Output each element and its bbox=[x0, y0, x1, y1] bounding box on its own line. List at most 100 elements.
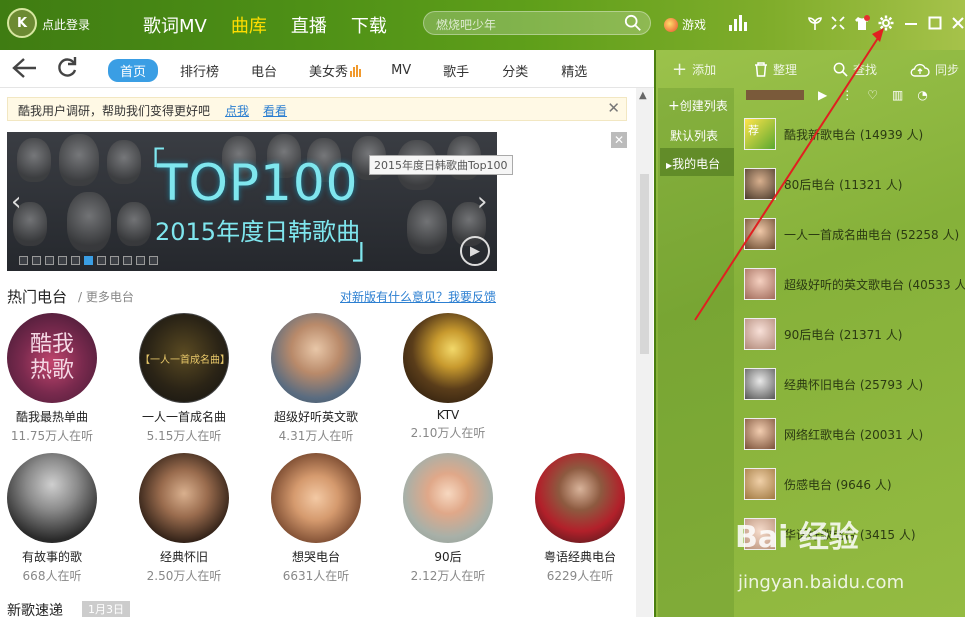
station-card[interactable]: KTV 2.10万人在听 bbox=[393, 313, 503, 441]
scroll-thumb[interactable] bbox=[640, 174, 649, 354]
banner-dot-active[interactable] bbox=[84, 256, 93, 265]
radio-list-item[interactable]: 经典怀旧电台 (25793 人) bbox=[744, 366, 965, 402]
organize-button[interactable]: 整理 bbox=[754, 61, 797, 78]
nav-library[interactable]: 曲库 bbox=[231, 12, 267, 38]
play-icon[interactable]: ▶ bbox=[818, 88, 827, 102]
tab-mv[interactable]: MV bbox=[391, 62, 411, 79]
station-card[interactable]: 超级好听英文歌 4.31万人在听 bbox=[261, 313, 371, 444]
banner-play-icon[interactable]: ▶ bbox=[460, 236, 490, 266]
radio-list-item[interactable]: 90后电台 (21371 人) bbox=[744, 316, 965, 352]
banner-dots bbox=[19, 256, 158, 265]
search-icon[interactable] bbox=[624, 14, 642, 32]
search-placeholder: 燃烧吧少年 bbox=[436, 18, 497, 32]
radio-list-item[interactable]: 伤感电台 (9646 人) bbox=[744, 466, 965, 502]
find-search-icon bbox=[833, 62, 848, 77]
survey-close-icon[interactable]: ✕ bbox=[607, 99, 620, 117]
radio-list-item[interactable]: 80后电台 (11321 人) bbox=[744, 166, 965, 202]
default-list-item[interactable]: 默认列表 bbox=[660, 120, 734, 148]
radio-thumb bbox=[744, 368, 776, 400]
settings-gear-icon[interactable] bbox=[877, 14, 895, 32]
banner-dot[interactable] bbox=[149, 256, 158, 265]
banner-close-icon[interactable]: ✕ bbox=[611, 132, 627, 148]
station-card[interactable]: 想哭电台 6631人在听 bbox=[261, 453, 371, 584]
station-card[interactable]: 粤语经典电台 6229人在听 bbox=[525, 453, 635, 584]
create-list-item[interactable]: +创建列表 bbox=[660, 90, 734, 118]
radio-list-item[interactable]: 网络红歌电台 (20031 人) bbox=[744, 416, 965, 452]
tab-radio[interactable]: 电台 bbox=[251, 60, 277, 81]
station-card[interactable]: 【一人一首成名曲】 一人一首成名曲 5.15万人在听 bbox=[129, 313, 239, 444]
close-icon[interactable] bbox=[949, 14, 965, 32]
radio-name: 网络红歌电台 (20031 人) bbox=[784, 427, 924, 442]
tab-beauty-show[interactable]: 美女秀 bbox=[309, 60, 348, 81]
nav-lyrics-mv[interactable]: 歌词MV bbox=[143, 12, 207, 38]
station-cover: 【一人一首成名曲】 bbox=[139, 313, 229, 403]
banner-carousel[interactable]: 「 」 TOP100 2015年度日韩歌曲 ‹ › ▶ bbox=[7, 132, 497, 271]
login-link[interactable]: 点此登录 bbox=[42, 16, 90, 33]
banner-dot[interactable] bbox=[32, 256, 41, 265]
playlist-categories: +创建列表 默认列表 ▶我的电台 bbox=[658, 88, 734, 617]
back-arrow-icon[interactable] bbox=[12, 57, 38, 85]
radio-thumb bbox=[744, 218, 776, 250]
station-card[interactable]: 有故事的歌 668人在听 bbox=[0, 453, 107, 584]
add-button[interactable]: + 添加 bbox=[672, 60, 717, 78]
station-card[interactable]: 90后 2.12万人在听 bbox=[393, 453, 503, 584]
tab-category[interactable]: 分类 bbox=[502, 60, 528, 81]
info-icon[interactable]: ◔ bbox=[917, 88, 927, 102]
tab-charts[interactable]: 排行榜 bbox=[180, 60, 219, 81]
survey-link-look[interactable]: 看看 bbox=[263, 102, 287, 119]
tab-home[interactable]: 首页 bbox=[108, 59, 159, 82]
find-button[interactable]: 查找 bbox=[833, 61, 877, 78]
more-icon[interactable]: ⋮ bbox=[841, 88, 853, 102]
station-cover bbox=[535, 453, 625, 543]
content-scrollbar[interactable]: ▲ ▼ bbox=[636, 88, 653, 617]
main-nav: 歌词MV 曲库 直播 下载 bbox=[143, 12, 411, 38]
more-radio-link[interactable]: / 更多电台 bbox=[78, 288, 134, 305]
skin-shirt-icon[interactable] bbox=[853, 14, 871, 32]
tab-featured[interactable]: 精选 bbox=[561, 60, 587, 81]
station-card[interactable]: 经典怀旧 2.50万人在听 bbox=[129, 453, 239, 584]
banner-dot[interactable] bbox=[71, 256, 80, 265]
game-button[interactable]: 游戏 bbox=[664, 16, 706, 33]
minimize-icon[interactable] bbox=[902, 14, 920, 32]
station-cover: 酷我 热歌 bbox=[7, 313, 97, 403]
sync-button[interactable]: 同步 bbox=[910, 61, 959, 78]
banner-dot[interactable] bbox=[110, 256, 119, 265]
live-bars-icon bbox=[350, 64, 362, 77]
banner-prev-icon[interactable]: ‹ bbox=[11, 187, 21, 217]
like-icon[interactable]: ♡ bbox=[867, 88, 878, 102]
sync-label: 同步 bbox=[935, 63, 960, 77]
banner-dot[interactable] bbox=[19, 256, 28, 265]
nav-download[interactable]: 下载 bbox=[351, 12, 387, 38]
mini-mode-icon[interactable] bbox=[829, 14, 847, 32]
tab-singers[interactable]: 歌手 bbox=[443, 60, 469, 81]
nav-live[interactable]: 直播 bbox=[291, 12, 327, 38]
search-box[interactable]: 燃烧吧少年 bbox=[423, 11, 651, 35]
radio-name: 80后电台 (11321 人) bbox=[784, 177, 903, 192]
skin-sprout-icon[interactable] bbox=[806, 14, 824, 32]
scroll-up-icon[interactable]: ▲ bbox=[639, 90, 647, 101]
survey-link-click[interactable]: 点我 bbox=[225, 102, 249, 119]
my-radio-item[interactable]: ▶我的电台 bbox=[660, 148, 734, 176]
add-label: 添加 bbox=[692, 63, 717, 77]
current-playing-row[interactable]: ▶ ⋮ ♡ ▥ ◔ bbox=[746, 88, 965, 102]
user-avatar[interactable]: K bbox=[7, 8, 37, 38]
radio-name: 一人一首成名曲电台 (52258 人) bbox=[784, 227, 960, 242]
banner-next-icon[interactable]: › bbox=[477, 187, 487, 217]
refresh-icon[interactable] bbox=[56, 55, 78, 85]
banner-dot[interactable] bbox=[58, 256, 67, 265]
radio-thumb bbox=[744, 468, 776, 500]
station-card[interactable]: 酷我 热歌 酷我最热单曲 11.75万人在听 bbox=[0, 313, 107, 444]
delete-icon[interactable]: ▥ bbox=[892, 88, 903, 102]
radio-name: 经典怀旧电台 (25793 人) bbox=[784, 377, 924, 392]
radio-list-item[interactable]: 超级好听的英文歌电台 (40533 人 bbox=[744, 266, 965, 302]
feedback-link[interactable]: 对新版有什么意见？我要反馈 bbox=[340, 288, 496, 305]
banner-dot[interactable] bbox=[97, 256, 106, 265]
banner-dot[interactable] bbox=[123, 256, 132, 265]
maximize-icon[interactable] bbox=[926, 14, 944, 32]
station-listeners: 11.75万人在听 bbox=[10, 429, 94, 443]
banner-dot[interactable] bbox=[45, 256, 54, 265]
radio-list-item[interactable]: 荐 酷我新歌电台 (14939 人) bbox=[744, 116, 965, 152]
equalizer-icon[interactable] bbox=[729, 15, 747, 31]
radio-list-item[interactable]: 一人一首成名曲电台 (52258 人) bbox=[744, 216, 965, 252]
banner-dot[interactable] bbox=[136, 256, 145, 265]
